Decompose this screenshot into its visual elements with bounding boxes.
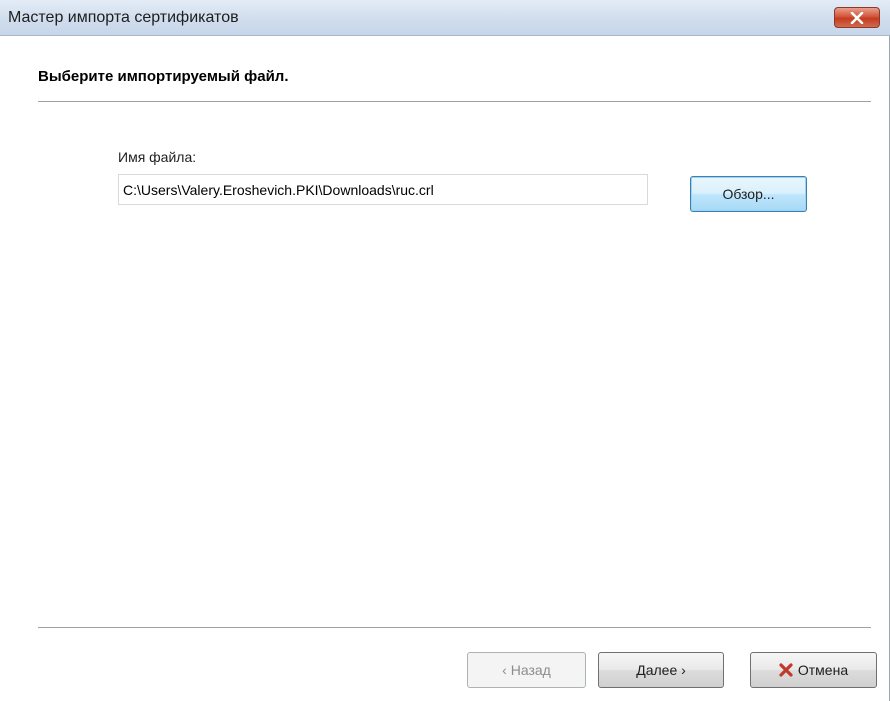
- close-button[interactable]: [834, 7, 880, 28]
- page-heading: Выберите импортируемый файл.: [38, 68, 289, 85]
- close-icon: [850, 11, 864, 24]
- title-bar[interactable]: Мастер импорта сертификатов: [0, 0, 890, 36]
- footer-separator: [38, 627, 871, 628]
- cancel-button-label: Отмена: [797, 662, 849, 678]
- back-button[interactable]: ‹ Назад: [467, 652, 586, 688]
- file-name-input[interactable]: [118, 174, 648, 205]
- window-title: Мастер импорта сертификатов: [8, 9, 239, 26]
- wizard-content: Выберите импортируемый файл. Имя файла: …: [0, 36, 889, 701]
- file-name-label: Имя файла:: [118, 149, 197, 165]
- import-wizard-window: Мастер импорта сертификатов Выберите имп…: [0, 0, 890, 701]
- next-button[interactable]: Далее ›: [598, 652, 724, 688]
- cancel-button[interactable]: Отмена: [750, 652, 877, 688]
- header-separator: [38, 101, 871, 102]
- browse-button[interactable]: Обзор...: [690, 176, 807, 212]
- red-x-icon: [779, 663, 793, 677]
